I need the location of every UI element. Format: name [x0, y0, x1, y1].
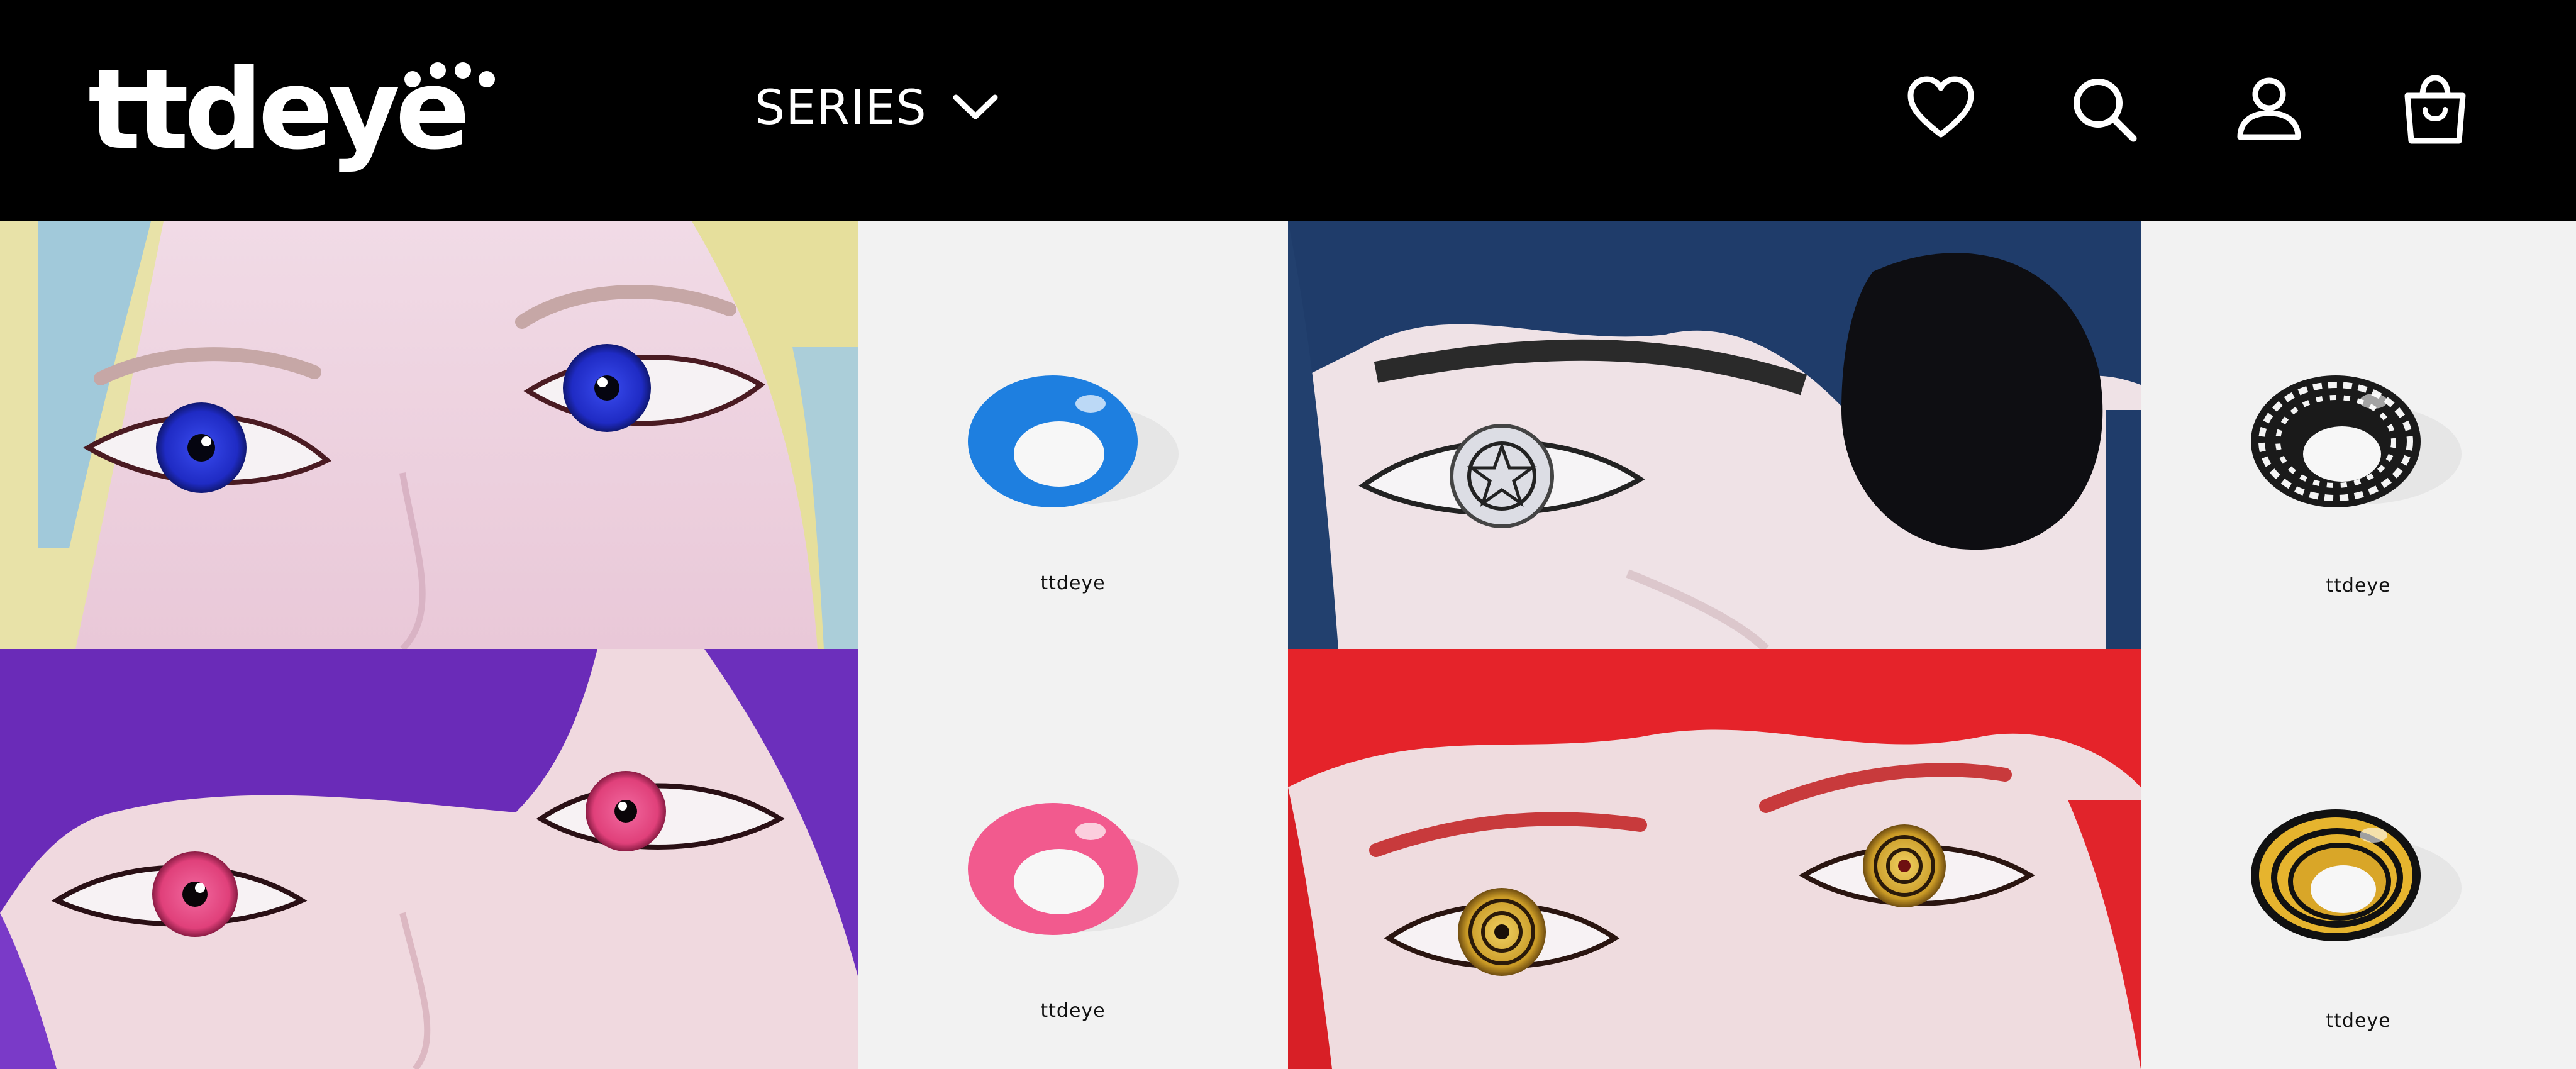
yellow-lens-image — [2251, 809, 2462, 941]
product-photo-pentagram-eye[interactable] — [1288, 221, 2141, 649]
model-photo — [0, 221, 858, 649]
product-photo-blue-eyes[interactable] — [0, 221, 858, 649]
model-photo — [0, 649, 858, 1069]
product-photo-pink-eyes[interactable] — [0, 649, 858, 1069]
blue-lens-image — [968, 375, 1179, 507]
lens-panel-blue[interactable]: ttdeye — [858, 221, 1288, 649]
lens-brand-label: ttdeye — [1040, 1000, 1106, 1022]
wishlist-button[interactable] — [1906, 74, 1976, 145]
pink-lens-image — [968, 803, 1179, 935]
cart-button[interactable] — [2400, 74, 2470, 145]
series-label: SERIES — [755, 79, 927, 135]
account-button[interactable] — [2234, 74, 2304, 145]
account-icon — [2237, 77, 2301, 140]
lens-panel-yellow[interactable]: ttdeye — [2141, 649, 2576, 1069]
heart-icon — [1907, 76, 1974, 138]
series-menu[interactable]: SERIES — [755, 75, 999, 138]
search-button[interactable] — [2069, 74, 2140, 145]
lens-brand-label: ttdeye — [1040, 572, 1106, 594]
shopping-bag-icon — [2404, 75, 2466, 144]
lens-brand-label: ttdeye — [2326, 1010, 2391, 1032]
lens-brand-label: ttdeye — [2326, 575, 2391, 597]
lens-panel-black-white[interactable]: ttdeye — [2141, 221, 2576, 649]
site-header: ttdeye SERIES — [0, 0, 2576, 221]
chevron-down-icon — [953, 94, 998, 119]
paw-icon — [404, 62, 495, 87]
model-photo — [1288, 221, 2141, 649]
lens-panel-pink[interactable]: ttdeye — [858, 649, 1288, 1069]
site-logo[interactable]: ttdeye — [88, 50, 495, 170]
product-photo-yellow-spiral-eyes[interactable] — [1288, 649, 2141, 1069]
black-white-lens-image — [2251, 375, 2462, 507]
model-photo — [1288, 649, 2141, 1069]
search-icon — [2074, 79, 2137, 142]
